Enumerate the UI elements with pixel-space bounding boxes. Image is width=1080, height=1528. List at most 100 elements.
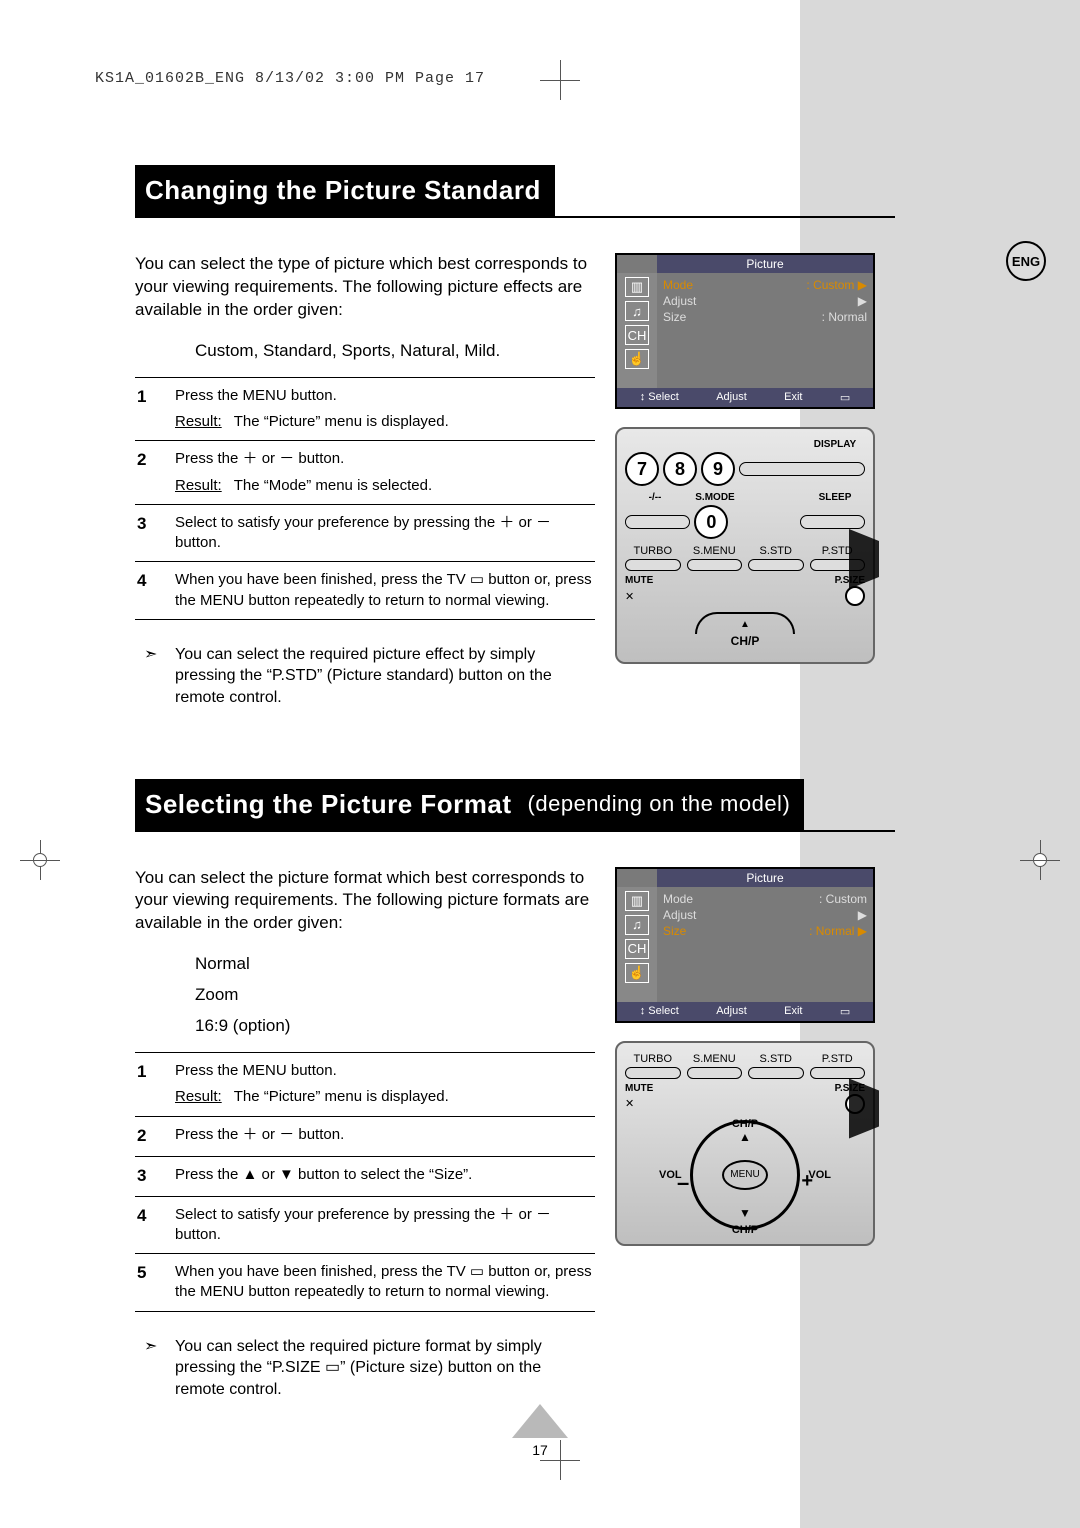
step: 1 Press the MENU button. Result:The “Pic… [135,378,595,442]
vol-label: VOL [808,1169,831,1181]
osd-val: : Custom [819,892,867,906]
option-item: 16:9 (option) [195,1015,595,1038]
pstd-button [810,1067,866,1079]
dpad: CH/P ▲ – + MENU ▼ VOL VOL CH/P [665,1120,825,1230]
sstd-button [748,559,804,571]
result-text: The “Picture” menu is displayed. [234,1088,449,1105]
osd-footer-item: ↕ Select [640,1005,679,1018]
num-7-button: 7 [625,452,659,486]
step-text: Press the MENU button. [175,386,595,406]
tip-text: You can select the required picture effe… [175,644,595,709]
osd-footer-item: Exit [784,391,802,404]
turbo-button [625,559,681,571]
option-item: Normal [195,953,595,976]
psize-button [845,586,865,606]
step-text: When you have been finished, press the T… [175,1262,595,1303]
tip-text: You can select the required picture form… [175,1336,595,1401]
section1-intro: You can select the type of picture which… [135,253,595,322]
osd-footer-item: ↕ Select [640,391,679,404]
triangle-icon [512,1404,568,1438]
osd-footer-item: ▭ [840,1005,850,1018]
section1-title: Changing the Picture Standard [135,165,555,216]
mute-button: ✕ [625,590,634,603]
section2-tip: ➣ You can select the required picture fo… [135,1336,595,1401]
sstd-label: S.STD [760,545,792,557]
step-num: 2 [135,1125,175,1148]
crop-mark-left [20,840,60,880]
osd-key: Size [663,310,686,324]
step: 3 Select to satisfy your preference by p… [135,505,595,563]
section2-intro: You can select the picture format which … [135,867,595,936]
smode-label: S.MODE [685,492,745,503]
print-header: KS1A_01602B_ENG 8/13/02 3:00 PM Page 17 [95,70,485,87]
osd-key: Mode [663,278,693,292]
section1-steps: 1 Press the MENU button. Result: The “Pic… [135,377,595,620]
osd-icon-column: ▥ ♫ CH ☝ [617,887,657,1002]
step-num: 4 [135,570,175,611]
step-text: Select to satisfy your preference by pre… [175,1205,595,1246]
section2-steps: 1 Press the MENU button. Result: The “Pic… [135,1052,595,1311]
highlight-arrow-icon [849,529,879,589]
section2-subtitle: (depending on the model) [520,791,791,817]
result-label: Result: [175,1087,222,1107]
step-text: Press the MENU button. [175,1061,595,1081]
sstd-button [748,1067,804,1079]
osd-key: Size [663,924,686,938]
osd-footer-item: Adjust [716,391,747,404]
section2-body: You can select the picture format which … [135,867,895,1401]
highlight-arrow-icon [849,1079,879,1139]
result-label: Result: [175,476,222,496]
osd-title: Picture [657,255,873,273]
crop-mark-top [540,60,580,100]
osd-picture-menu-2: Picture ▥ ♫ CH ☝ Mode: Custom Adjust▶ Si… [615,867,875,1023]
chp-label: CH/P [732,1224,758,1236]
step-num: 1 [135,1061,175,1108]
smenu-button [687,1067,743,1079]
display-button [739,462,865,476]
pstd-label: P.STD [822,545,853,557]
page-number: 17 [512,1442,568,1458]
channel-icon: CH [625,939,649,959]
osd-icon-column: ▥ ♫ CH ☝ [617,273,657,388]
step-text: Press the ▲ or ▼ button to select the “S… [175,1165,595,1188]
info-icon: ➣ [144,1336,166,1358]
osd-val: : Custom [806,278,854,292]
section1-options: Custom, Standard, Sports, Natural, Mild. [135,340,595,363]
step-num: 3 [135,1165,175,1188]
crop-mark-right [1020,840,1060,880]
turbo-label: TURBO [634,1053,673,1065]
minus-slash-label: -/-- [625,492,685,503]
picture-icon: ▥ [625,277,649,297]
osd-val: : Normal [822,310,867,324]
result-text: The “Picture” menu is displayed. [234,413,449,430]
step: 4 Select to satisfy your preference by p… [135,1197,595,1255]
chp-label: CH/P [732,1118,758,1130]
setup-icon: ☝ [625,963,649,983]
step: 5 When you have been finished, press the… [135,1254,595,1312]
down-arrow-icon: ▼ [739,1206,751,1220]
sleep-button [800,515,865,529]
page-number-marker: 17 [512,1404,568,1458]
step-num: 1 [135,386,175,433]
section1-body: You can select the type of picture which… [135,253,895,709]
step: 1 Press the MENU button. Result: The “Pic… [135,1053,595,1117]
turbo-label: TURBO [634,545,673,557]
section2-options: Normal Zoom 16:9 (option) [135,953,595,1038]
osd-key: Adjust [663,908,696,922]
minus-slash-button [625,515,690,529]
osd-footer-item: Adjust [716,1005,747,1018]
smenu-button [687,559,743,571]
arrow-icon: ▶ [858,278,867,292]
section2-title: Selecting the Picture Format [145,789,512,820]
remote-illustration-2: TURBO S.MENU S.STD P.STD MUTE P.SIZE ✕ C… [615,1041,875,1246]
step-num: 4 [135,1205,175,1246]
osd-val: ▶ [858,294,867,308]
chp-label: CH/P [625,634,865,648]
section1-title-bar: Changing the Picture Standard [135,165,895,218]
vol-label: VOL [659,1169,682,1181]
num-0-button: 0 [694,505,728,539]
page-content: Changing the Picture Standard You can se… [135,165,895,1400]
arrow-icon: ▶ [858,924,867,938]
sleep-label: SLEEP [805,492,865,503]
step-text: Select to satisfy your preference by pre… [175,513,595,554]
